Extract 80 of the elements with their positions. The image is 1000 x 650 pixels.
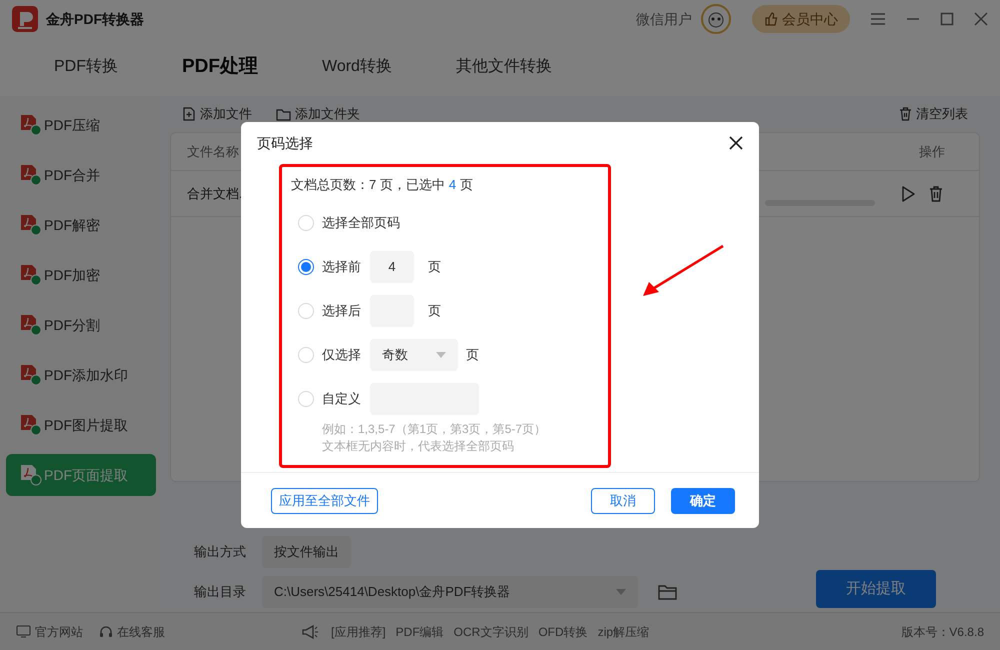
ok-button[interactable]: 确定 xyxy=(671,488,735,514)
page-summary: 文档总页数：7 页，已选中 xyxy=(291,176,445,194)
headset-icon xyxy=(99,624,113,638)
recommend-link[interactable]: OFD转换 xyxy=(538,622,588,640)
page-count-field[interactable]: 4 xyxy=(370,250,414,282)
file-plus-icon xyxy=(182,107,196,121)
sidebar-item[interactable]: PDF页面提取 xyxy=(6,454,156,496)
tab[interactable]: PDF处理 xyxy=(150,52,290,82)
select-value: 奇数 xyxy=(382,346,409,364)
trash-icon[interactable] xyxy=(929,186,943,202)
option-label: 自定义 xyxy=(322,390,362,408)
megaphone-icon xyxy=(301,624,319,640)
sidebar-item[interactable]: PDF图片提取 xyxy=(6,404,156,446)
add-folder-button[interactable]: 添加文件夹 xyxy=(276,104,360,124)
sidebar-item[interactable]: PDF添加水印 xyxy=(6,354,156,396)
dialog-title: 页码选择 xyxy=(257,134,313,152)
trash-icon xyxy=(899,107,912,121)
option-label: 选择前 xyxy=(322,258,362,276)
unit-label: 页 xyxy=(466,346,479,364)
recommend-link[interactable]: zip解压缩 xyxy=(598,622,650,640)
caret-icon xyxy=(616,589,626,595)
option-label: 选择全部页码 xyxy=(322,214,400,232)
avatar-icon xyxy=(700,3,732,35)
column-header: 操作 xyxy=(919,142,945,161)
add-file-button[interactable]: 添加文件 xyxy=(182,104,252,124)
folder-icon xyxy=(276,108,291,120)
recommend-link[interactable]: PDF编辑 xyxy=(396,622,444,640)
unit-label: 页 xyxy=(428,302,441,320)
parity-select[interactable]: 奇数 xyxy=(370,338,458,370)
selected-count: 4 xyxy=(448,176,456,194)
menu-icon[interactable] xyxy=(870,12,886,26)
pdf-file-icon xyxy=(20,364,42,386)
option-label: 仅选择 xyxy=(322,346,362,364)
output-dir-value: C:\Users\25414\Desktop\金舟PDF转换器 xyxy=(274,583,512,602)
maximize-icon[interactable] xyxy=(940,12,954,26)
pdf-file-icon xyxy=(20,264,42,286)
output-dir-label: 输出目录 xyxy=(194,583,247,602)
play-icon[interactable] xyxy=(901,186,915,202)
column-header: 文件名称 xyxy=(187,142,239,161)
output-mode-select[interactable]: 按文件输出 xyxy=(262,536,351,568)
cancel-button[interactable]: 取消 xyxy=(591,488,655,514)
tab[interactable]: PDF转换 xyxy=(22,55,150,79)
clear-list-button[interactable]: 清空列表 xyxy=(899,104,968,124)
tab[interactable]: Word转换 xyxy=(290,55,424,79)
app-logo xyxy=(12,6,38,32)
hint-text: 例如：1,3,5-7（第1页，第3页，第5-7页） xyxy=(321,420,548,438)
pdf-file-icon xyxy=(20,114,42,136)
radio-button[interactable] xyxy=(298,258,314,274)
member-center-button[interactable]: 会员中心 xyxy=(752,5,850,33)
app-title: 金舟PDF转换器 xyxy=(46,10,144,28)
status-link[interactable]: 在线客服 xyxy=(99,622,165,640)
recommend-label: [应用推荐] xyxy=(331,624,386,640)
page-summary-unit: 页 xyxy=(460,176,474,194)
pdf-file-icon xyxy=(20,164,42,186)
sidebar-item[interactable]: PDF加密 xyxy=(6,254,156,296)
pdf-file-icon xyxy=(20,314,42,336)
pdf-file-icon xyxy=(20,214,42,236)
caret-icon xyxy=(436,352,446,358)
apply-to-all-button[interactable]: 应用至全部文件 xyxy=(271,488,378,514)
thumbs-up-icon xyxy=(764,12,778,26)
status-link[interactable]: 官方网站 xyxy=(16,622,83,640)
option-label: 选择后 xyxy=(322,302,362,320)
sidebar-item[interactable]: PDF分割 xyxy=(6,304,156,346)
start-extract-button[interactable]: 开始提取 xyxy=(816,570,936,608)
pdf-file-icon xyxy=(20,464,42,486)
monitor-icon xyxy=(16,625,31,638)
output-dir-field[interactable]: C:\Users\25414\Desktop\金舟PDF转换器 xyxy=(262,576,638,608)
folder-icon[interactable] xyxy=(658,584,678,600)
tab[interactable]: 其他文件转换 xyxy=(424,55,584,79)
user-name: 微信用户 xyxy=(636,10,692,28)
sidebar-item[interactable]: PDF解密 xyxy=(6,204,156,246)
close-icon[interactable] xyxy=(729,136,743,150)
unit-label: 页 xyxy=(428,258,441,276)
hint-text: 文本框无内容时，代表选择全部页码 xyxy=(321,438,515,454)
version-text: 版本号：V6.8.8 xyxy=(901,624,984,640)
output-mode-label: 输出方式 xyxy=(194,543,247,562)
recommend-link[interactable]: OCR文字识别 xyxy=(454,622,528,640)
sidebar-item[interactable]: PDF压缩 xyxy=(6,104,156,146)
sidebar-item[interactable]: PDF合并 xyxy=(6,154,156,196)
pdf-file-icon xyxy=(20,414,42,436)
